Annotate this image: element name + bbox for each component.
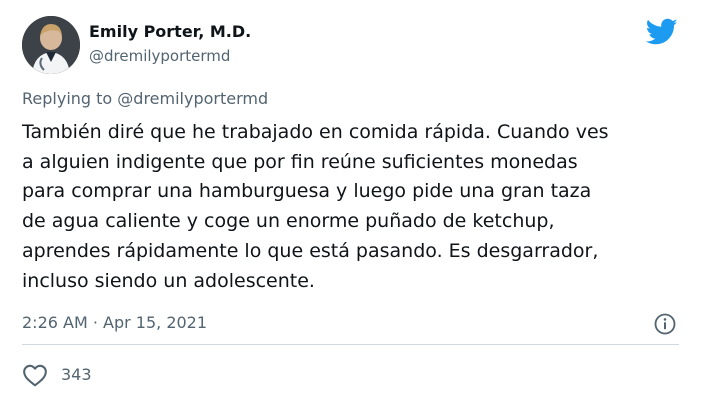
tweet-text: También diré que he trabajado en comida … [22,121,609,292]
info-icon[interactable] [653,312,677,336]
avatar-image [22,16,80,74]
tweet-timestamp[interactable]: 2:26 AM · Apr 15, 2021 [22,313,207,332]
divider [22,344,679,345]
avatar[interactable] [22,16,80,74]
heart-icon[interactable] [22,363,48,387]
twitter-bird-icon[interactable] [646,18,678,46]
like-count: 343 [61,365,92,384]
author-handle[interactable]: @dremilyportermd [89,47,230,65]
tweet-card: Emily Porter, M.D. @dremilyportermd Repl… [0,0,701,402]
author-name[interactable]: Emily Porter, M.D. [89,22,251,41]
replying-to-label[interactable]: Replying to @dremilyportermd [22,89,268,108]
